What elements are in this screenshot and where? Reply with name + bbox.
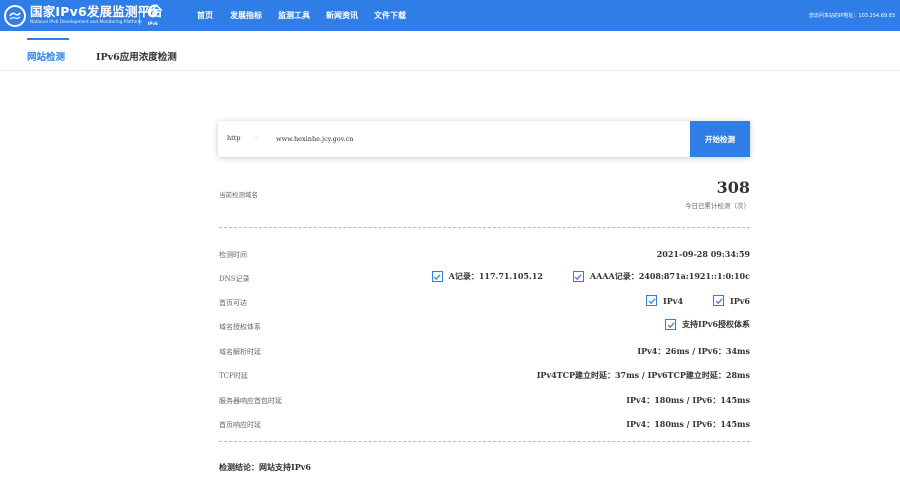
homepage-reach-label: 首页可达 [219,299,247,307]
check-icon [431,271,443,282]
nav-item-news[interactable]: 新闻资讯 [326,10,358,21]
nav-item-downloads[interactable]: 文件下载 [374,10,406,21]
visitor-ip-info: 您访问本站的IP地址：103.254.69.83 [808,13,895,19]
ipv4-reachable-text: IPv4 [663,295,684,306]
divider [219,227,750,228]
tab-website-check[interactable]: 网站检测 [27,49,65,63]
protocol-select[interactable]: http [227,134,241,142]
check-icon [646,295,658,306]
dns-record-label: DNS记录 [219,275,250,283]
check-conclusion: 检测结论：网站支持IPv6 [219,462,311,472]
ipv6-auth-support: 支持IPv6授权体系 [665,319,750,330]
ipv6-logo-mark: 6 IPv6 [145,2,163,28]
tcp-latency-value: IPv4TCP建立时延：37ms / IPv6TCP建立时延：28ms [536,370,750,380]
current-domain-label: 当前检测域名 [219,191,258,199]
domain-input[interactable] [276,129,676,149]
ipv4-reachable: IPv4 [646,295,683,306]
tcp-latency-label: TCP时延 [219,372,248,380]
logo-emblem-icon [4,4,26,27]
domain-auth-values: 支持IPv6授权体系 [665,319,750,330]
homepage-latency-value: IPv4：180ms / IPv6：145ms [626,419,750,429]
first-packet-latency-value: IPv4：180ms / IPv6：145ms [626,395,750,405]
divider [219,441,750,442]
check-time-value: 2021-09-28 09:34:59 [656,249,750,259]
dns-record-values: A记录：117.71.105.12 AAAA记录：2408:871a:1921:… [431,271,750,282]
a-record: A记录：117.71.105.12 [431,271,543,282]
dns-latency-label: 域名解析时延 [219,348,261,356]
ipv6-reachable: IPv6 [713,295,750,306]
nav-item-home[interactable]: 首页 [197,10,213,21]
aaaa-record: AAAA记录：2408:871a:1921::1:0:10c [572,271,750,282]
check-count-label: 今日已累计检测（次） [685,202,750,210]
homepage-latency-label: 首页响应时延 [219,421,261,429]
start-check-button[interactable]: 开始检测 [690,121,750,157]
chevron-down-icon[interactable]: ⌵ [254,134,259,142]
nav-item-indicators[interactable]: 发展指标 [230,10,262,21]
tab-ipv6-app-density[interactable]: IPv6应用浓度检测 [96,49,177,63]
tab-bar: 网站检测 IPv6应用浓度检测 [0,31,900,71]
aaaa-record-text: AAAA记录：2408:871a:1921::1:0:10c [589,271,750,281]
active-tab-indicator [27,38,69,40]
top-navigation-bar: 国家IPv6发展监测平台 National IPv6 Development a… [0,0,900,31]
logo-divider [139,6,140,25]
check-form: http ⌵ 开始检测 [218,121,750,157]
ipv6-logo-label: IPv6 [148,21,158,26]
site-title: 国家IPv6发展监测平台 [30,4,164,20]
site-subtitle: National IPv6 Development and Monitoring… [30,19,142,25]
ipv6-reachable-text: IPv6 [730,295,750,306]
dns-latency-value: IPv4：26ms / IPv6：34ms [637,346,750,356]
a-record-text: A记录：117.71.105.12 [448,271,543,281]
check-icon [572,271,584,282]
check-icon [713,295,725,306]
check-count: 308 [716,178,750,197]
domain-auth-label: 域名授权体系 [219,323,261,331]
first-packet-latency-label: 服务器响应首包时延 [219,397,282,405]
homepage-reach-values: IPv4 IPv6 [646,295,750,306]
check-icon [665,319,677,330]
nav-item-tools[interactable]: 监测工具 [278,10,310,21]
check-time-label: 检测时间 [219,251,247,259]
ipv6-auth-support-text: 支持IPv6授权体系 [682,319,750,329]
ipv6-logo-glyph: 6 [147,2,159,22]
